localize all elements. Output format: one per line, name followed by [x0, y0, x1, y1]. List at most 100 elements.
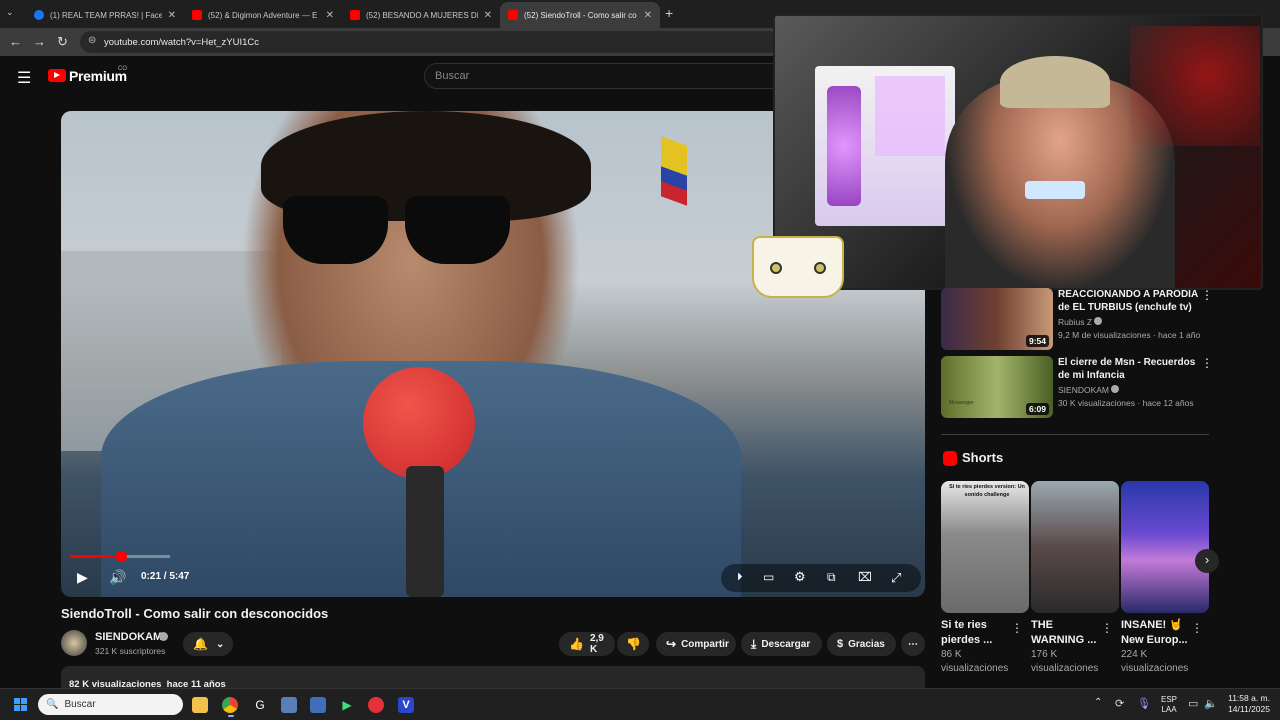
short-thumbnail[interactable]: [1031, 481, 1119, 613]
progress-scrubber[interactable]: [115, 551, 127, 562]
short-item[interactable]: THE WARNING ... 176 K visualizaciones ⋮: [1031, 481, 1119, 676]
language-indicator[interactable]: ESP LAA: [1161, 695, 1177, 715]
facebook-icon: [34, 10, 44, 20]
thanks-button[interactable]: $ Gracias: [827, 632, 896, 656]
recommended-video[interactable]: 9:54 REACCIONANDO A PARODIA de EL TURBIU…: [941, 288, 1216, 350]
close-icon[interactable]: ✕: [326, 10, 334, 21]
browser-tab-facebook[interactable]: (1) REAL TEAM PRRAS! | Facebo ✕: [26, 2, 184, 28]
more-options-icon[interactable]: ⋮: [1201, 356, 1213, 370]
close-icon[interactable]: ✕: [168, 10, 176, 21]
like-button[interactable]: 👍 2,9 K: [559, 632, 615, 656]
share-label: Compartir: [681, 638, 729, 650]
short-item[interactable]: Si te ríes pierdes version: Un sonido ch…: [941, 481, 1029, 676]
back-icon[interactable]: ←: [9, 34, 22, 49]
short-item[interactable]: INSANE! 🤘 New Europ... 224 K visualizaci…: [1121, 481, 1209, 676]
subtitles-icon[interactable]: ▭: [763, 570, 774, 584]
video-title[interactable]: El cierre de Msn - Recuerdos de mi Infan…: [1058, 356, 1198, 382]
settings-gear-icon[interactable]: ⚙: [794, 569, 806, 585]
short-title[interactable]: INSANE! 🤘 New Europ...: [1121, 618, 1193, 648]
country-code: CO: [118, 66, 127, 72]
app-red-icon[interactable]: [368, 697, 384, 713]
more-options-icon[interactable]: ⋮: [1011, 621, 1023, 635]
more-options-icon[interactable]: ⋮: [1191, 621, 1203, 635]
keyboard-layout: LAA: [1161, 705, 1177, 714]
short-title[interactable]: THE WARNING ...: [1031, 618, 1103, 648]
channel-avatar[interactable]: [61, 630, 87, 656]
chrome-icon[interactable]: [222, 697, 238, 713]
browser-tab-siendotroll[interactable]: (52) SiendoTroll - Como salir co ✕: [500, 2, 660, 28]
youtube-logo-icon[interactable]: [48, 69, 66, 82]
browser-tab-besando[interactable]: (52) BESANDO A MUJERES DESC ✕: [342, 2, 500, 28]
taskbar-search-input[interactable]: 🔍 Buscar: [38, 694, 183, 715]
download-icon: ⤓: [751, 636, 757, 651]
windows-taskbar: 🔍 Buscar G ▶ V ⌃ ⟳ 🎙 ESP LAA ▭ 🔈 11:58 a…: [0, 688, 1280, 720]
volume-icon[interactable]: 🔊: [109, 569, 126, 586]
speaker-icon[interactable]: 🔈: [1204, 697, 1218, 710]
chevron-down-icon: ⌄: [215, 638, 225, 650]
file-explorer-icon[interactable]: [192, 697, 208, 713]
video-thumbnail[interactable]: Messenger 6:09: [941, 356, 1053, 418]
close-icon[interactable]: ✕: [484, 10, 492, 21]
recommended-video[interactable]: Messenger 6:09 El cierre de Msn - Recuer…: [941, 356, 1216, 418]
subscriber-count: 321 K suscriptores: [95, 646, 166, 656]
search-input[interactable]: Buscar: [424, 63, 774, 89]
more-options-icon[interactable]: ⋮: [1201, 288, 1213, 302]
language-code: ESP: [1161, 695, 1178, 704]
tab-title: (52) & Digimon Adventure — E: [208, 10, 318, 20]
channel-name[interactable]: SIENDOKAM: [95, 631, 162, 643]
windows-start-icon[interactable]: [14, 698, 28, 712]
channel-name[interactable]: SIENDOKAM: [1058, 385, 1109, 395]
shorts-next-button[interactable]: ›: [1195, 549, 1219, 573]
menu-icon[interactable]: ☰: [17, 68, 31, 88]
tray-chevron-up-icon[interactable]: ⌃: [1094, 697, 1102, 708]
youtube-icon: [508, 10, 518, 20]
dislike-button[interactable]: 👎: [617, 632, 649, 656]
site-info-icon[interactable]: ⊜: [88, 35, 96, 46]
miniplayer-icon[interactable]: ⧉: [827, 570, 836, 585]
notifications-button[interactable]: 🔔 ⌄: [183, 632, 233, 656]
channel-name[interactable]: Rubius Z: [1058, 317, 1092, 327]
play-icon[interactable]: ▶: [77, 569, 88, 586]
short-views: 224 K visualizaciones: [1121, 649, 1189, 674]
autoplay-toggle-icon[interactable]: ⏵: [737, 571, 743, 584]
verified-icon: [1111, 385, 1120, 393]
clock-time: 11:58 a. m.: [1228, 693, 1270, 703]
more-options-icon[interactable]: ⋮: [1101, 621, 1113, 635]
pc-glow: [875, 76, 945, 156]
app-v-icon[interactable]: V: [398, 697, 414, 713]
clock[interactable]: 11:58 a. m. 14/11/2025: [1226, 693, 1270, 715]
youtube-icon: [192, 10, 202, 20]
tab-search-icon[interactable]: ⌄: [6, 7, 14, 18]
url-bar[interactable]: ⊜ youtube.com/watch?v=Het_zYUI1Cc: [80, 31, 780, 53]
close-icon[interactable]: ✕: [644, 10, 652, 21]
duration-badge: 9:54: [1025, 335, 1049, 347]
tray-mic-icon[interactable]: 🎙: [1137, 697, 1151, 710]
short-thumbnail[interactable]: [1121, 481, 1209, 613]
app-monitor-icon[interactable]: [281, 697, 297, 713]
short-title[interactable]: Si te ries pierdes ...: [941, 618, 1013, 648]
network-icon[interactable]: ▭: [1188, 697, 1198, 710]
new-tab-button[interactable]: +: [665, 5, 673, 21]
app-g-icon[interactable]: G: [252, 697, 268, 713]
active-app-indicator: [228, 715, 234, 717]
tray-sync-icon[interactable]: ⟳: [1115, 697, 1124, 710]
calculator-icon[interactable]: [310, 697, 326, 713]
streamer-cap: [1000, 56, 1110, 108]
video-thumbnail[interactable]: 9:54: [941, 288, 1053, 350]
app-play-icon[interactable]: ▶: [339, 697, 355, 713]
forward-icon[interactable]: →: [33, 34, 46, 49]
taskbar-search-placeholder: Buscar: [64, 699, 96, 710]
verified-icon: [1094, 317, 1103, 325]
share-button[interactable]: ↪ Compartir: [656, 632, 736, 656]
fullscreen-icon[interactable]: ⤢: [891, 570, 901, 586]
thanks-label: Gracias: [848, 638, 885, 650]
download-button[interactable]: ⤓ Descargar: [741, 632, 822, 656]
share-icon: ↪: [666, 637, 677, 651]
video-title[interactable]: REACCIONANDO A PARODIA de EL TURBIUS (en…: [1058, 288, 1198, 314]
more-actions-button[interactable]: ⋯: [901, 632, 925, 656]
tab-title: (52) SiendoTroll - Como salir co: [524, 10, 637, 20]
cast-icon[interactable]: ⌧: [858, 570, 872, 584]
browser-tab-digimon[interactable]: (52) & Digimon Adventure — E ✕: [184, 2, 342, 28]
reload-icon[interactable]: ↻: [57, 34, 68, 50]
short-thumbnail[interactable]: Si te ríes pierdes version: Un sonido ch…: [941, 481, 1029, 613]
